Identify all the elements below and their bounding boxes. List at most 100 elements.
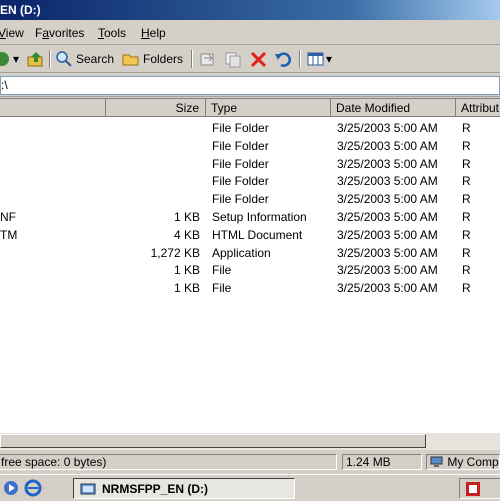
column-header-attributes[interactable]: Attribut — [456, 99, 500, 117]
undo-icon — [275, 52, 291, 67]
file-type: Setup Information — [212, 210, 307, 224]
copy-to-icon — [225, 52, 241, 68]
file-type: File Folder — [212, 121, 269, 135]
file-type: HTML Document — [212, 227, 303, 242]
system-tray — [459, 478, 500, 499]
folders-button[interactable]: Folders — [122, 49, 183, 69]
media-player-icon — [4, 481, 18, 495]
file-type: File Folder — [212, 156, 269, 171]
folders-label: Folders — [143, 52, 184, 66]
taskbar-button-label: NRMSFPP_EN (D:) — [102, 481, 209, 496]
file-type: File Folder — [212, 192, 269, 207]
file-size: 1 KB — [173, 263, 200, 278]
search-button[interactable]: Search — [55, 49, 114, 69]
file-attributes: R — [462, 245, 471, 260]
search-label: Search — [76, 52, 115, 66]
chevron-down-icon: ▾ — [13, 52, 20, 66]
file-list[interactable]: Size Type Date Modified Attribut File Fo… — [0, 98, 500, 433]
horizontal-scrollbar[interactable] — [0, 432, 500, 450]
file-size: 1 KB — [173, 281, 200, 296]
file-attributes: R — [462, 227, 471, 242]
computer-icon — [430, 456, 443, 467]
address-bar: :\ — [0, 74, 500, 97]
file-row[interactable]: 1,272 KB Application 3/25/2003 5:00 AM R — [0, 245, 500, 262]
status-free-space: free space: 0 bytes) — [0, 454, 337, 470]
menu-help[interactable]: Help — [141, 26, 166, 40]
file-type: File Folder — [212, 138, 269, 153]
status-zone: My Compu — [426, 454, 500, 470]
file-date: 3/25/2003 5:00 AM — [337, 192, 438, 207]
file-date: 3/25/2003 5:00 AM — [337, 210, 438, 224]
move-to-icon — [200, 53, 214, 66]
quicklaunch-ie[interactable] — [24, 479, 42, 500]
ie-icon — [24, 479, 42, 497]
undo-button[interactable] — [273, 49, 293, 69]
address-input[interactable]: :\ — [0, 76, 500, 95]
menu-favorites[interactable]: Favorites — [35, 26, 84, 40]
up-folder-icon — [27, 52, 43, 67]
delete-button[interactable] — [249, 49, 269, 69]
file-row[interactable]: TM 4 KB HTML Document 3/25/2003 5:00 AM R — [0, 227, 500, 244]
menu-view[interactable]: View — [0, 26, 24, 40]
tray-icon[interactable] — [465, 481, 481, 497]
window-title: EN (D:) — [0, 3, 41, 17]
menu-tools[interactable]: Tools — [98, 26, 126, 40]
delete-icon — [250, 51, 267, 68]
file-date: 3/25/2003 5:00 AM — [337, 281, 438, 296]
file-date: 3/25/2003 5:00 AM — [337, 263, 438, 278]
file-attributes: R — [462, 192, 471, 207]
file-attributes: R — [462, 263, 471, 278]
file-name: NF — [0, 210, 16, 224]
column-header-date[interactable]: Date Modified — [331, 99, 456, 117]
file-row[interactable]: File Folder 3/25/2003 5:00 AM R — [0, 173, 500, 190]
file-row[interactable]: File Folder 3/25/2003 5:00 AM R — [0, 191, 500, 208]
taskbar-button-explorer[interactable]: NRMSFPP_EN (D:) — [73, 478, 295, 499]
back-button[interactable] — [0, 49, 12, 69]
file-attributes: R — [462, 281, 471, 296]
file-type: Application — [212, 245, 271, 260]
file-type: File — [212, 263, 232, 278]
file-attributes: R — [462, 156, 471, 171]
file-size: 4 KB — [173, 227, 200, 242]
copy-to-button[interactable] — [224, 49, 244, 69]
status-bar: free space: 0 bytes) 1.24 MB My Compu — [0, 452, 500, 472]
scrollbar-thumb[interactable] — [0, 434, 426, 448]
file-type: File — [212, 281, 232, 296]
menu-bar: View Favorites Tools Help — [0, 22, 500, 45]
back-icon — [0, 52, 9, 66]
column-header-size[interactable]: Size — [106, 99, 206, 117]
file-row[interactable]: File Folder 3/25/2003 5:00 AM R — [0, 138, 500, 155]
file-date: 3/25/2003 5:00 AM — [337, 156, 438, 171]
search-icon — [56, 51, 72, 67]
up-button[interactable] — [26, 49, 46, 69]
title-bar: EN (D:) — [0, 0, 500, 20]
views-button[interactable]: ▾ — [306, 49, 332, 69]
quicklaunch-media-player[interactable] — [2, 479, 20, 500]
file-row[interactable]: File Folder 3/25/2003 5:00 AM R — [0, 120, 500, 137]
column-header-name[interactable] — [0, 99, 106, 117]
file-date: 3/25/2003 5:00 AM — [337, 138, 438, 153]
file-attributes: R — [462, 174, 471, 189]
back-dropdown[interactable]: ▾ — [13, 49, 19, 69]
file-row[interactable]: NF 1 KB Setup Information 3/25/2003 5:00 AM… — [0, 209, 500, 226]
file-date: 3/25/2003 5:00 AM — [337, 245, 438, 260]
column-header-type[interactable]: Type — [206, 99, 331, 117]
file-date: 3/25/2003 5:00 AM — [337, 121, 438, 135]
file-row[interactable]: File Folder 3/25/2003 5:00 AM R — [0, 156, 500, 173]
status-size: 1.24 MB — [342, 454, 422, 470]
toolbar: ▾ Search Folders ▾ — [0, 46, 500, 73]
file-name: TM — [0, 227, 18, 242]
file-row[interactable]: 1 KB File 3/25/2003 5:00 AM R — [0, 262, 500, 279]
file-attributes: R — [462, 138, 471, 153]
explorer-task-icon — [80, 483, 96, 494]
folders-icon — [122, 54, 139, 66]
taskbar: NRMSFPP_EN (D:) — [0, 474, 500, 501]
file-attributes: R — [462, 121, 471, 135]
file-row[interactable]: 1 KB File 3/25/2003 5:00 AM R — [0, 280, 500, 297]
file-date: 3/25/2003 5:00 AM — [337, 227, 438, 242]
file-type: File Folder — [212, 174, 269, 189]
file-size: 1,272 KB — [150, 245, 200, 260]
move-to-button[interactable] — [198, 49, 218, 69]
file-size: 1 KB — [173, 210, 200, 224]
chevron-down-icon: ▾ — [326, 52, 333, 66]
